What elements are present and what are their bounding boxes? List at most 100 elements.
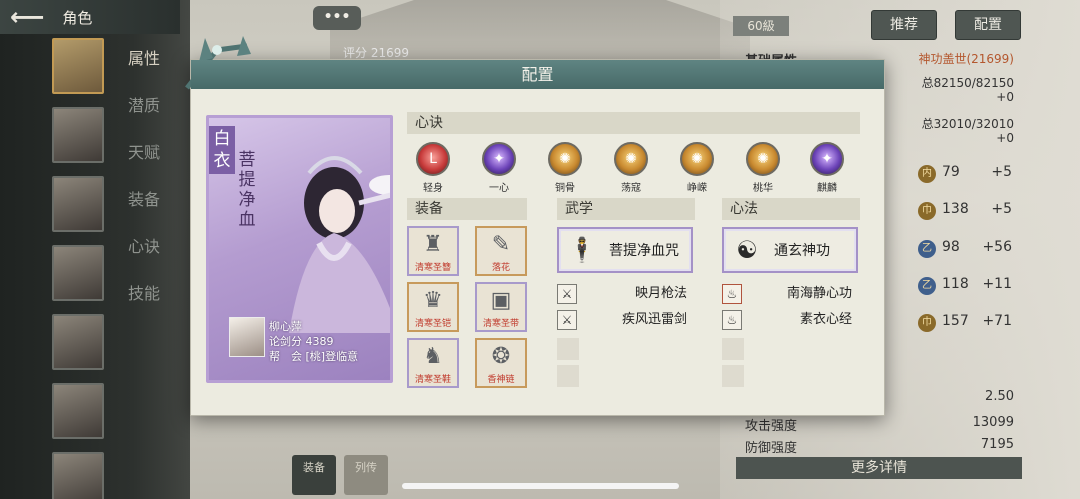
menu-item-skills[interactable]: 技能 bbox=[128, 280, 160, 327]
wuxue-main-name: 菩提净血咒 bbox=[609, 243, 679, 259]
attr-row: 巾 138 +5 bbox=[890, 201, 1020, 223]
xinjue-label: 荡寇 bbox=[621, 183, 641, 194]
attr-row: 巾 157 +71 bbox=[890, 313, 1020, 335]
recommend-button[interactable]: 推荐 bbox=[871, 10, 937, 40]
xinjue-slot[interactable]: ✺ 荡寇 bbox=[606, 142, 656, 194]
xinfa-sub-name: 素衣心经 bbox=[799, 312, 852, 327]
chat-button[interactable]: ••• bbox=[313, 6, 361, 30]
menu-item-potential[interactable]: 潜质 bbox=[128, 92, 160, 139]
more-details-button[interactable]: 更多详情 bbox=[736, 457, 1022, 479]
character-avatar[interactable] bbox=[52, 383, 104, 439]
xinfa-header: 心法 bbox=[722, 198, 860, 220]
character-avatar[interactable] bbox=[52, 245, 104, 301]
equip-header: 装备 bbox=[407, 198, 527, 220]
xinjue-label: 桃华 bbox=[753, 183, 773, 194]
mp-value: 总32010/32010 bbox=[921, 117, 1014, 131]
xinjue-label: 一心 bbox=[489, 183, 509, 194]
xinjue-slot[interactable]: ✦ 一心 bbox=[474, 142, 524, 194]
xinfa-main-slot[interactable]: ☯ 通玄神功 bbox=[722, 227, 858, 273]
attr-row: 内 79 +5 bbox=[890, 164, 1020, 186]
config-modal: 配置 白衣 菩提净血 柳心萍 论剑分 4389 帮 会 [桃]登临意 心诀 L … bbox=[185, 36, 885, 416]
xinjue-label: 轻身 bbox=[423, 183, 443, 194]
xinfa-sub-slot[interactable]: ♨ 素衣心经 bbox=[722, 310, 858, 332]
attr-value: 79 bbox=[942, 164, 960, 180]
xinfa-main-name: 通玄神功 bbox=[774, 243, 830, 259]
xinjue-slot[interactable]: ✦ 麒麟 bbox=[802, 142, 852, 194]
spear-icon: ⚔ bbox=[557, 284, 577, 304]
config-button[interactable]: 配置 bbox=[955, 10, 1021, 40]
meditation-icon: ♨ bbox=[722, 310, 742, 330]
player-score: 论剑分 4389 bbox=[269, 335, 334, 348]
page-title: 角色 bbox=[62, 8, 93, 27]
attr-value: 98 bbox=[942, 239, 960, 255]
set-name: 神功盖世(21699) bbox=[918, 52, 1014, 66]
dangkou-icon: ✺ bbox=[614, 142, 648, 176]
wuxue-main-slot[interactable]: 🕴 菩提净血咒 bbox=[557, 227, 693, 273]
menu-item-xinjue[interactable]: 心诀 bbox=[128, 233, 160, 280]
wuxue-sub-name: 疾风迅雷剑 bbox=[621, 312, 687, 327]
hp-value: 总82150/82150 bbox=[921, 76, 1014, 90]
equip-slot-boots[interactable]: ♞ 清寒圣鞋 bbox=[407, 338, 459, 388]
character-card[interactable]: 白衣 菩提净血 柳心萍 论剑分 4389 帮 会 [桃]登临意 bbox=[206, 115, 393, 383]
martial-figure-icon: 🕴 bbox=[567, 236, 597, 264]
character-avatar[interactable] bbox=[52, 314, 104, 370]
character-avatar[interactable] bbox=[52, 107, 104, 163]
stat-value: 2.50 bbox=[985, 389, 1014, 404]
armor-icon: ♛ bbox=[423, 288, 443, 313]
meditation-icon: ♨ bbox=[722, 284, 742, 304]
taohua-icon: ✺ bbox=[746, 142, 780, 176]
bottom-tab-biography[interactable]: 列传 bbox=[344, 455, 388, 495]
attr-icon: 内 bbox=[918, 165, 936, 183]
equip-slot-weapon[interactable]: ✎ 落花 bbox=[475, 226, 527, 276]
home-indicator[interactable] bbox=[402, 483, 679, 489]
attr-value: 157 bbox=[942, 313, 969, 329]
wuxue-sub-slot[interactable]: ⚔ 映月枪法 bbox=[557, 284, 693, 306]
equip-slot-head[interactable]: ♜ 清寒圣簪 bbox=[407, 226, 459, 276]
wuxue-sub-slot[interactable]: ⚔ 疾风迅雷剑 bbox=[557, 310, 693, 332]
belt-icon: ▣ bbox=[490, 288, 512, 313]
card-info: 柳心萍 论剑分 4389 帮 会 [桃]登临意 bbox=[209, 314, 390, 380]
xinjue-slot[interactable]: L 轻身 bbox=[408, 142, 458, 194]
boots-icon: ♞ bbox=[423, 344, 443, 369]
xinfa-sub-slot[interactable]: ♨ 南海静心功 bbox=[722, 284, 858, 306]
equip-slot-armor[interactable]: ♛ 清寒圣铠 bbox=[407, 282, 459, 332]
empty-slot[interactable] bbox=[557, 365, 579, 387]
attr-plus: +56 bbox=[982, 239, 1012, 255]
equip-slot-necklace[interactable]: ❂ 香神链 bbox=[475, 338, 527, 388]
meditation-figure-icon: ☯ bbox=[736, 236, 758, 264]
xinjue-label: 麒麟 bbox=[817, 183, 837, 194]
xinjue-label: 峥嵘 bbox=[687, 183, 707, 194]
character-avatar[interactable] bbox=[52, 452, 104, 499]
xinjue-slot[interactable]: ✺ 桃华 bbox=[738, 142, 788, 194]
empty-slot[interactable] bbox=[722, 338, 744, 360]
level-badge: 60級 bbox=[733, 16, 789, 36]
character-avatar[interactable] bbox=[52, 176, 104, 232]
qilin-icon: ✦ bbox=[810, 142, 844, 176]
attr-plus: +11 bbox=[982, 276, 1012, 292]
attack-label: 攻击强度 bbox=[745, 419, 798, 434]
xinjue-slot[interactable]: ✺ 铜骨 bbox=[540, 142, 590, 194]
back-arrow-icon[interactable]: ⟵ bbox=[10, 5, 44, 29]
player-name: 柳心萍 bbox=[269, 320, 302, 333]
empty-slot[interactable] bbox=[557, 338, 579, 360]
yixin-icon: ✦ bbox=[482, 142, 516, 176]
player-avatar bbox=[229, 317, 265, 357]
tonggu-icon: ✺ bbox=[548, 142, 582, 176]
attr-plus: +5 bbox=[991, 164, 1012, 180]
menu-item-attributes[interactable]: 属性 bbox=[128, 45, 160, 92]
equip-name: 香神链 bbox=[487, 375, 515, 385]
xinjue-header: 心诀 bbox=[407, 112, 860, 134]
character-avatar[interactable] bbox=[52, 38, 104, 94]
equip-name: 清寒圣铠 bbox=[414, 319, 451, 329]
attr-icon: 乙 bbox=[918, 277, 936, 295]
defense-label: 防御强度 bbox=[745, 441, 798, 456]
equip-name: 清寒圣簪 bbox=[414, 263, 451, 273]
xinjue-slot[interactable]: ✺ 峥嵘 bbox=[672, 142, 722, 194]
equip-slot-belt[interactable]: ▣ 清寒圣带 bbox=[475, 282, 527, 332]
bottom-tab-equip[interactable]: 装备 bbox=[292, 455, 336, 495]
empty-slot[interactable] bbox=[722, 365, 744, 387]
menu-item-talent[interactable]: 天赋 bbox=[128, 139, 160, 186]
wuxue-sub-name: 映月枪法 bbox=[634, 286, 687, 301]
attack-value: 13099 bbox=[972, 415, 1014, 430]
menu-item-equipment[interactable]: 装备 bbox=[128, 186, 160, 233]
